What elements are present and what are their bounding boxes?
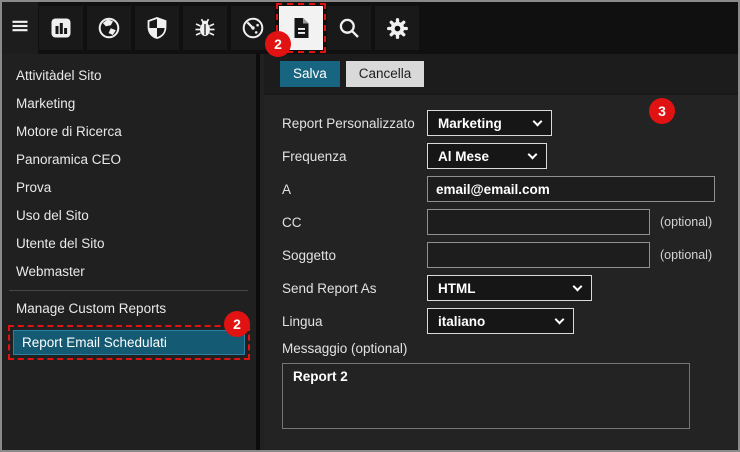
subject-label: Soggetto [282,247,337,263]
form-row-lingua: Lingua italiano [282,308,720,334]
sidebar-item-manage-custom-reports[interactable]: Manage Custom Reports [2,295,256,323]
annotation-badge-sidebar: 2 [224,311,250,337]
action-bar: Salva Cancella [264,54,738,95]
toolbar-tab-security[interactable] [135,6,179,50]
frequency-label: Frequenza [282,148,347,164]
hamburger-menu-button[interactable] [2,2,38,54]
hamburger-icon [10,16,30,41]
sidebar-item-report-email-schedulati[interactable]: Report Email Schedulati [13,330,245,355]
chevron-down-icon [572,281,583,291]
sidebar-item-prova[interactable]: Prova [2,174,256,202]
cc-optional-hint: (optional) [660,215,713,229]
form-row-cc: CC (optional) [282,209,720,235]
sidebar-item-utente-del-sito[interactable]: Utente del Sito [2,230,256,258]
sidebar-item-marketing[interactable]: Marketing [2,90,256,118]
search-icon [337,16,361,40]
custom-report-value: Marketing [438,115,502,131]
gear-icon [385,16,410,41]
globe-icon [97,16,121,40]
toolbar-tabs: 2 [38,2,738,57]
message-label: Messaggio (optional) [282,341,408,356]
bug-icon [193,16,217,40]
language-select[interactable]: italiano [427,308,574,334]
sidebar-item-panoramica-ceo[interactable]: Panoramica CEO [2,146,256,174]
frequency-value: Al Mese [438,148,490,164]
app-window: 2 Attivitàdel Sito Marketing Motore di R… [0,0,740,452]
chevron-down-icon [532,116,543,126]
sidebar-item-motore-di-ricerca[interactable]: Motore di Ricerca [2,118,256,146]
chevron-down-icon [554,314,565,324]
sidebar: Attivitàdel Sito Marketing Motore di Ric… [2,54,260,450]
annotation-box-sidebar: Report Email Schedulati 2 [8,311,250,360]
annotation-badge-toolbar: 2 [265,31,291,57]
toolbar-tab-reports[interactable]: 2 [265,3,326,57]
sidebar-divider [9,290,248,291]
save-button[interactable]: Salva [280,60,340,87]
top-toolbar: 2 [2,2,738,57]
toolbar-tab-debug[interactable] [183,6,227,50]
bar-chart-icon [49,16,73,40]
schedule-report-form: Report Personalizzato Marketing Frequenz… [264,95,738,429]
form-row-frequenza: Frequenza Al Mese [282,143,720,169]
send-report-as-value: HTML [438,280,476,296]
shield-icon [145,16,169,40]
toolbar-tab-dashboard[interactable] [39,6,83,50]
subject-field[interactable] [427,242,650,268]
language-label: Lingua [282,313,323,329]
frequency-select[interactable]: Al Mese [427,143,547,169]
main-content: Salva Cancella 3 Report Personalizzato M… [264,54,738,450]
sidebar-item-attivita-del-sito[interactable]: Attivitàdel Sito [2,62,256,90]
subject-optional-hint: (optional) [660,248,713,262]
form-row-soggetto: Soggetto (optional) [282,242,720,268]
cc-label: CC [282,214,302,230]
sidebar-item-webmaster[interactable]: Webmaster [2,258,256,286]
send-report-as-select[interactable]: HTML [427,275,592,301]
cancel-button[interactable]: Cancella [345,60,425,87]
to-email-field[interactable] [427,176,715,202]
speedometer-icon [241,16,265,40]
cc-field[interactable] [427,209,650,235]
toolbar-tab-web[interactable] [87,6,131,50]
custom-report-select[interactable]: Marketing [427,110,552,136]
form-row-a: A [282,176,720,202]
message-textarea[interactable]: Report 2 [282,363,690,429]
toolbar-tab-settings[interactable] [375,6,419,50]
form-row-send-report-as: Send Report As HTML [282,275,720,301]
sidebar-item-uso-del-sito[interactable]: Uso del Sito [2,202,256,230]
language-value: italiano [438,313,486,329]
custom-report-label: Report Personalizzato [282,115,415,131]
annotation-badge-content: 3 [649,98,675,124]
to-label: A [282,181,292,197]
chevron-down-icon [527,149,538,159]
send-report-as-label: Send Report As [282,280,377,296]
toolbar-tab-search[interactable] [327,6,371,50]
document-icon [289,16,313,40]
